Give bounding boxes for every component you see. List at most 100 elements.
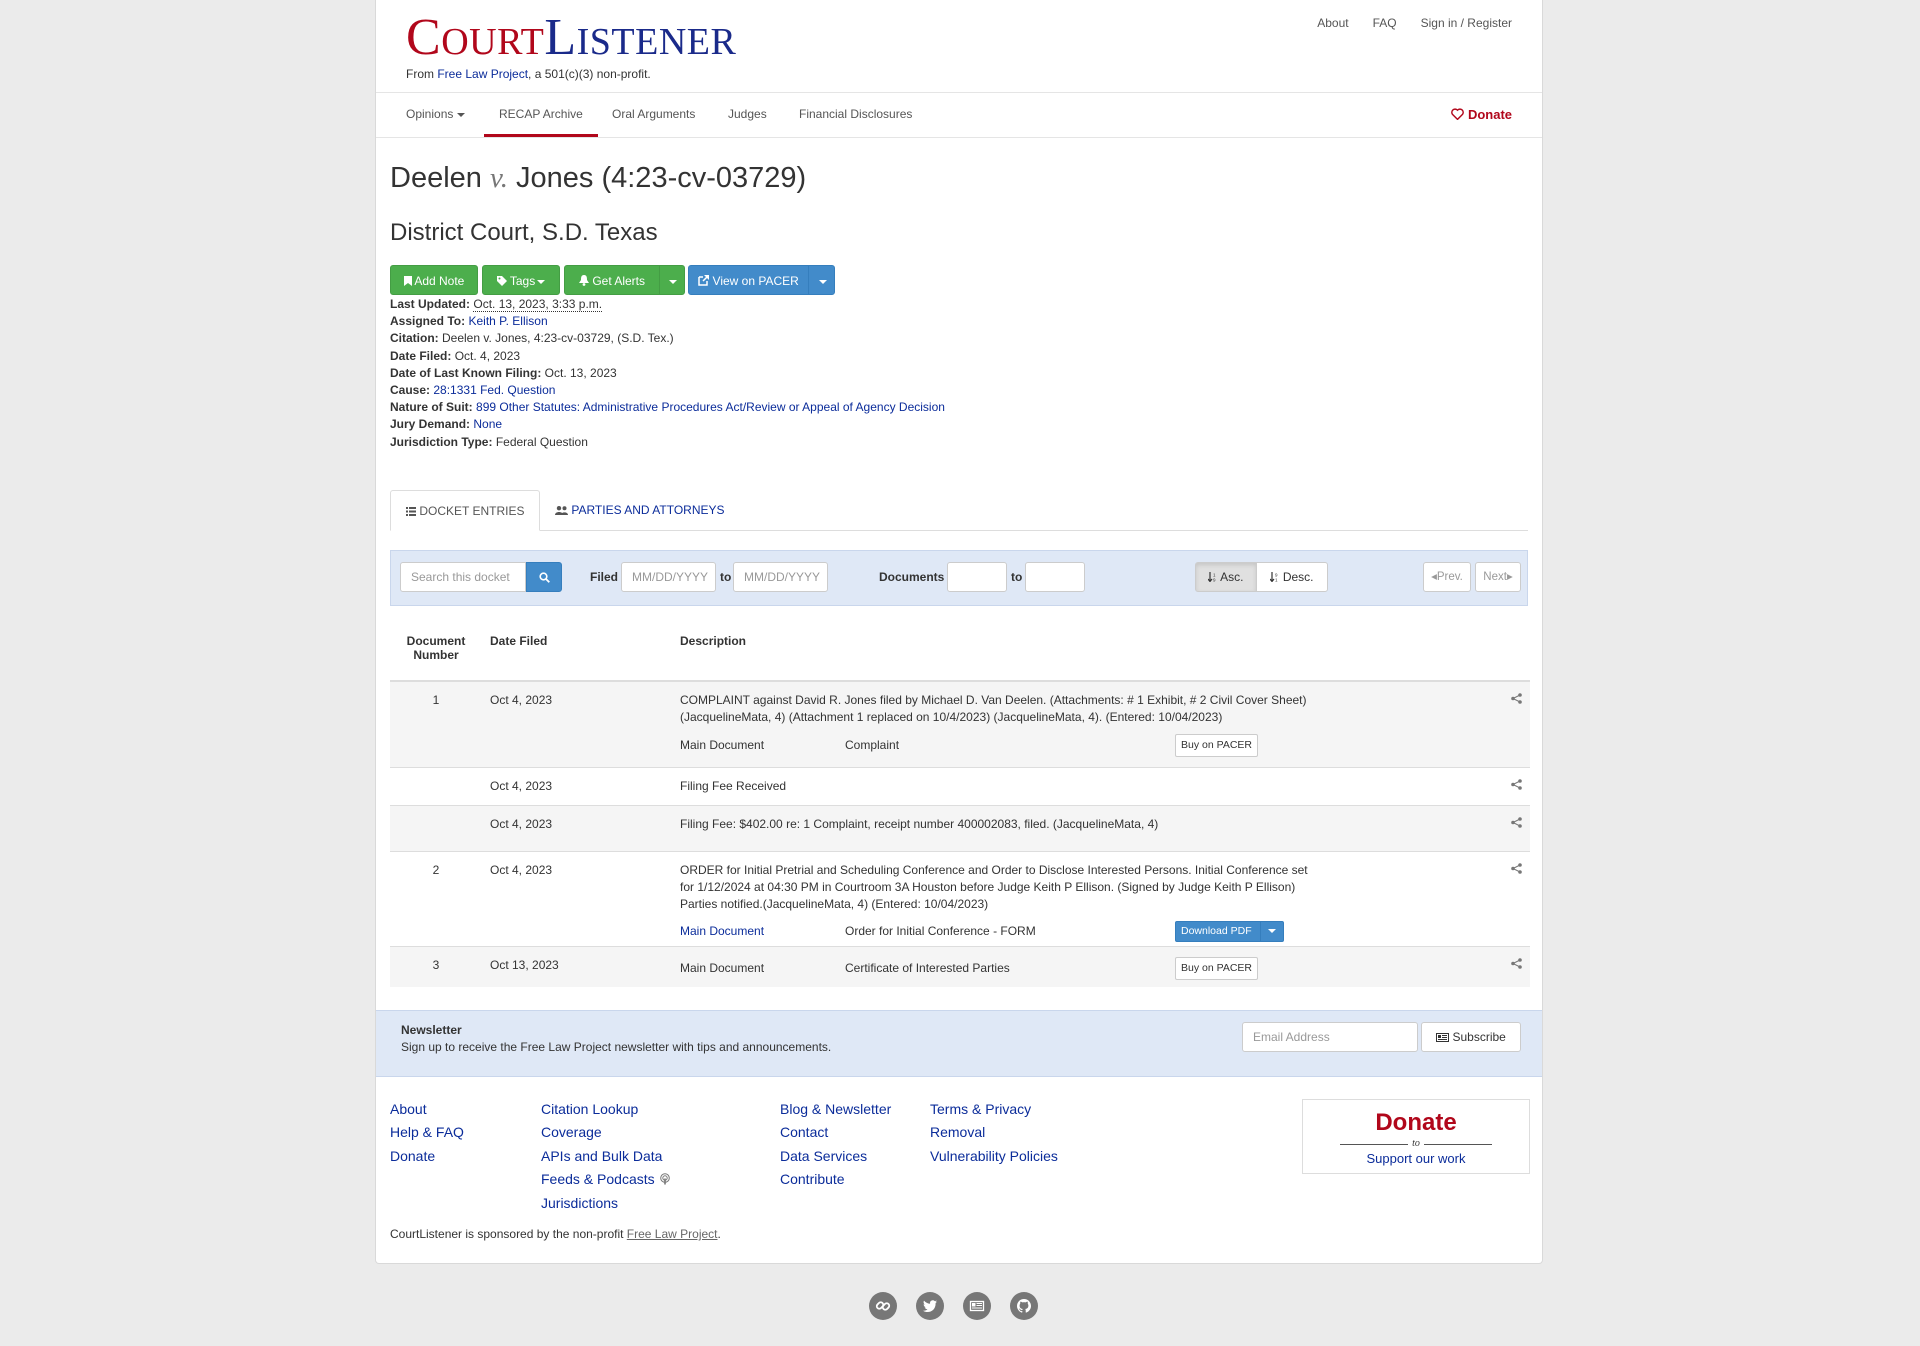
table-row: Oct 4, 2023 Filing Fee Received bbox=[390, 767, 1530, 806]
footer-contact-link[interactable]: Contact bbox=[780, 1121, 891, 1144]
share-button[interactable] bbox=[1494, 851, 1530, 947]
filed-before-input[interactable]: MM/DD/YYYY bbox=[733, 562, 828, 592]
share-button[interactable] bbox=[1494, 946, 1530, 987]
meta-citation: Citation: Deelen v. Jones, 4:23-cv-03729… bbox=[390, 330, 945, 347]
nav-opinions[interactable]: Opinions bbox=[406, 93, 466, 137]
email-field[interactable]: Email Address bbox=[1242, 1022, 1418, 1052]
cause-link[interactable]: 28:1331 Fed. Question bbox=[433, 383, 555, 397]
subscribe-label: Subscribe bbox=[1452, 1030, 1506, 1044]
add-note-button[interactable]: Add Note bbox=[390, 265, 478, 295]
jurisdiction-value: Federal Question bbox=[495, 434, 588, 449]
document-label: Main Document bbox=[680, 738, 765, 752]
meta-label: Date Filed: bbox=[390, 348, 452, 363]
share-button[interactable] bbox=[1494, 805, 1530, 852]
twitter-icon[interactable] bbox=[916, 1292, 944, 1320]
search-docket-input[interactable]: Search this docket bbox=[400, 562, 526, 592]
footer-jurisdictions-link[interactable]: Jurisdictions bbox=[541, 1192, 671, 1215]
buy-on-pacer-button[interactable]: Buy on PACER bbox=[1175, 957, 1259, 980]
case-metadata: Last Updated: Oct. 13, 2023, 3:33 p.m. A… bbox=[390, 296, 945, 451]
footer-data-services-link[interactable]: Data Services bbox=[780, 1145, 891, 1168]
docket-number: (4:23-cv-03729) bbox=[601, 162, 807, 194]
footer-help-faq-link[interactable]: Help & FAQ bbox=[390, 1121, 464, 1144]
logo-initial-c: C bbox=[406, 9, 442, 66]
meta-label: Jurisdiction Type: bbox=[390, 434, 493, 449]
nav-recap-archive[interactable]: RECAP Archive bbox=[484, 93, 598, 137]
about-link[interactable]: About bbox=[1317, 16, 1348, 30]
footer-blog-newsletter-link[interactable]: Blog & Newsletter bbox=[780, 1098, 891, 1121]
jury-demand-link[interactable]: None bbox=[473, 417, 502, 431]
heart-icon bbox=[1451, 108, 1465, 121]
tags-button[interactable]: Tags bbox=[482, 265, 560, 295]
nature-of-suit-link[interactable]: 899 Other Statutes: Administrative Proce… bbox=[476, 400, 945, 414]
sort-desc-button[interactable]: 91 Desc. bbox=[1256, 562, 1328, 592]
row-description-text: COMPLAINT against David R. Jones filed b… bbox=[680, 693, 1307, 724]
download-dropdown-toggle[interactable] bbox=[1259, 922, 1283, 941]
footer-feeds-podcasts-link[interactable]: Feeds & Podcasts bbox=[541, 1168, 671, 1191]
newsletter-icon[interactable] bbox=[963, 1292, 991, 1320]
document-description: Certificate of Interested Parties bbox=[845, 961, 1010, 975]
get-alerts-dropdown[interactable] bbox=[659, 265, 685, 295]
main-document-link[interactable]: Main Document bbox=[680, 924, 764, 938]
footer-vulnerability-link[interactable]: Vulnerability Policies bbox=[930, 1145, 1058, 1168]
row-date-filed: Oct 13, 2023 bbox=[482, 946, 672, 987]
row-date-filed: Oct 4, 2023 bbox=[482, 805, 672, 852]
tab-parties-label: PARTIES AND ATTORNEYS bbox=[571, 503, 725, 517]
share-button[interactable] bbox=[1494, 680, 1530, 768]
donate-box-title: Donate bbox=[1375, 1109, 1457, 1136]
caret-down-icon bbox=[669, 279, 677, 284]
tab-docket-entries-label: DOCKET ENTRIES bbox=[419, 504, 525, 518]
caret-down-icon bbox=[537, 279, 546, 284]
nav-financial-disclosures[interactable]: Financial Disclosures bbox=[799, 93, 912, 137]
free-law-project-link[interactable]: Free Law Project bbox=[437, 67, 528, 81]
footer-apis-link[interactable]: APIs and Bulk Data bbox=[541, 1145, 671, 1168]
view-on-pacer-button[interactable]: View on PACER bbox=[688, 265, 809, 295]
footer-coverage-link[interactable]: Coverage bbox=[541, 1121, 671, 1144]
get-alerts-button[interactable]: Get Alerts bbox=[564, 265, 660, 295]
footer-donate-link[interactable]: Donate bbox=[390, 1145, 464, 1168]
row-doc-number: 2 bbox=[390, 851, 482, 947]
subscribe-button[interactable]: Subscribe bbox=[1421, 1022, 1521, 1052]
svg-text:1: 1 bbox=[1275, 578, 1278, 583]
next-page-button[interactable]: Next▸ bbox=[1475, 562, 1521, 592]
tagline-suffix: , a 501(c)(3) non-profit. bbox=[528, 67, 651, 81]
courtlistener-logo[interactable]: COURTLISTENER bbox=[406, 10, 736, 70]
faq-link[interactable]: FAQ bbox=[1373, 16, 1397, 30]
documents-from-input[interactable] bbox=[947, 562, 1007, 592]
row-description: COMPLAINT against David R. Jones filed b… bbox=[672, 680, 1494, 768]
footer-about-link[interactable]: About bbox=[390, 1098, 464, 1121]
footer-removal-link[interactable]: Removal bbox=[930, 1121, 1058, 1144]
sort-asc-button[interactable]: 19 Asc. bbox=[1195, 562, 1257, 592]
footer-col-1: About Help & FAQ Donate bbox=[390, 1098, 464, 1168]
tab-docket-entries[interactable]: DOCKET ENTRIES bbox=[390, 490, 541, 531]
row-doc-number: 1 bbox=[390, 680, 482, 768]
donate-box[interactable]: Donate to Support our work bbox=[1302, 1099, 1530, 1174]
citation-value: Deelen v. Jones, 4:23-cv-03729, (S.D. Te… bbox=[442, 331, 674, 346]
share-icon bbox=[1511, 693, 1522, 704]
footer-citation-lookup-link[interactable]: Citation Lookup bbox=[541, 1098, 671, 1121]
link-icon[interactable] bbox=[869, 1292, 897, 1320]
github-icon[interactable] bbox=[1010, 1292, 1038, 1320]
logo-court: OURT bbox=[441, 21, 545, 63]
download-pdf-button[interactable]: Download PDF bbox=[1175, 921, 1284, 942]
prev-label: Prev. bbox=[1436, 571, 1463, 583]
tab-parties-attorneys[interactable]: PARTIES AND ATTORNEYS bbox=[540, 490, 740, 530]
prev-page-button[interactable]: ◂Prev. bbox=[1423, 562, 1471, 592]
judge-link[interactable]: Keith P. Ellison bbox=[468, 314, 547, 328]
meta-label: Citation: bbox=[390, 331, 439, 346]
buy-on-pacer-button[interactable]: Buy on PACER bbox=[1175, 734, 1259, 757]
nav-judges[interactable]: Judges bbox=[728, 93, 767, 137]
newsletter-heading: Newsletter bbox=[401, 1023, 462, 1037]
view-on-pacer-dropdown[interactable] bbox=[808, 265, 835, 295]
footer-contribute-link[interactable]: Contribute bbox=[780, 1168, 891, 1191]
documents-label: Documents bbox=[879, 570, 945, 584]
footer-terms-privacy-link[interactable]: Terms & Privacy bbox=[930, 1098, 1058, 1121]
search-docket-button[interactable] bbox=[526, 562, 562, 592]
filed-after-input[interactable]: MM/DD/YYYY bbox=[621, 562, 716, 592]
sign-in-link[interactable]: Sign in / Register bbox=[1421, 16, 1512, 30]
share-button[interactable] bbox=[1494, 767, 1530, 806]
top-links: About FAQ Sign in / Register bbox=[1317, 16, 1512, 30]
documents-to-input[interactable] bbox=[1025, 562, 1085, 592]
sponsor-link[interactable]: Free Law Project bbox=[627, 1227, 718, 1241]
donate-nav-button[interactable]: Donate bbox=[1451, 93, 1512, 137]
nav-oral-arguments[interactable]: Oral Arguments bbox=[612, 93, 695, 137]
